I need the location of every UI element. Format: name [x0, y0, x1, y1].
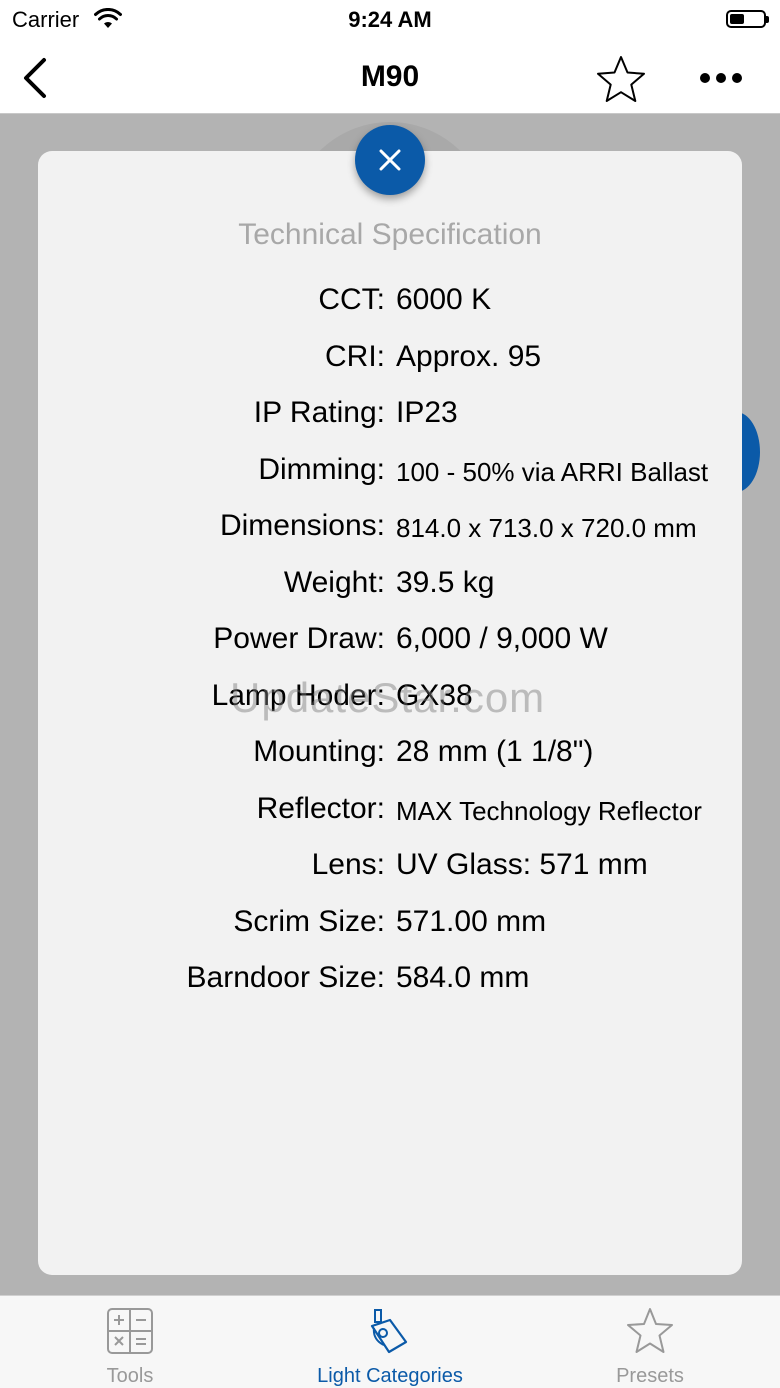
tab-bar: Tools Light Categories Presets	[0, 1295, 780, 1388]
spec-row-barndoor-size: Barndoor Size: 584.0 mm	[0, 961, 780, 1018]
spec-label: Scrim Size:	[233, 904, 385, 938]
battery-icon	[726, 10, 769, 28]
spec-value: IP23	[396, 396, 458, 429]
tab-tools[interactable]: Tools	[0, 1296, 260, 1388]
spec-label: Reflector:	[256, 791, 385, 825]
spec-value: UV Glass: 571 mm	[396, 848, 648, 881]
spec-value: 584.0 mm	[396, 961, 530, 994]
spec-label: Barndoor Size:	[186, 961, 385, 994]
status-bar: Carrier 9:24 AM	[0, 0, 780, 40]
page-title: M90	[360, 60, 420, 93]
spec-row-reflector: Reflector: MAX Technology Reflector	[0, 792, 780, 849]
star-icon[interactable]	[594, 54, 648, 106]
spec-row-dimensions: Dimensions: 814.0 x 713.0 x 720.0 mm	[0, 509, 780, 566]
spec-label: IP Rating:	[253, 396, 385, 429]
spec-row-ip-rating: IP Rating: IP23	[0, 396, 780, 453]
spec-label: Weight:	[283, 565, 385, 599]
spec-value: 28 mm (1 1/8")	[396, 735, 594, 768]
ellipsis-icon[interactable]	[696, 62, 746, 94]
spec-value: 6000 K	[396, 283, 492, 316]
spec-row-cct: CCT: 6000 K	[0, 283, 780, 340]
tab-light-categories[interactable]: Light Categories	[260, 1296, 520, 1388]
spec-label: Mounting:	[253, 735, 385, 768]
spec-value: 100 - 50% via ARRI Ballast	[396, 456, 709, 487]
spec-value: Approx. 95	[396, 339, 542, 373]
status-time: 9:24 AM	[348, 7, 432, 32]
spec-label: Lens:	[311, 848, 385, 881]
spec-label: Dimming:	[258, 452, 385, 486]
spec-value: 571.00 mm	[396, 904, 547, 938]
watermark: UpdateStar.com	[230, 674, 546, 721]
spec-value: 814.0 x 713.0 x 720.0 mm	[396, 513, 697, 543]
tab-label: Presets	[616, 1365, 684, 1387]
spec-value: 6,000 / 9,000 W	[396, 622, 608, 655]
tab-presets[interactable]: Presets	[520, 1296, 780, 1388]
close-button[interactable]	[355, 125, 425, 195]
spec-label: CCT:	[318, 283, 385, 316]
spec-label: Power Draw:	[213, 622, 385, 655]
tab-label: Tools	[106, 1365, 154, 1387]
calculator-icon	[107, 1308, 153, 1354]
tab-label: Light Categories	[317, 1365, 463, 1387]
spec-row-lens: Lens: UV Glass: 571 mm	[0, 848, 780, 905]
spec-label: CRI:	[325, 339, 385, 373]
nav-bar: M90	[0, 40, 780, 114]
spec-row-dimming: Dimming: 100 - 50% via ARRI Ballast	[0, 453, 780, 510]
star-outline-icon	[627, 1308, 673, 1353]
spec-label: Dimensions:	[219, 509, 385, 542]
spec-row-power-draw: Power Draw: 6,000 / 9,000 W	[0, 622, 780, 679]
spec-row-mounting: Mounting: 28 mm (1 1/8")	[0, 735, 780, 792]
close-icon	[379, 149, 401, 171]
spec-list: CCT: 6000 K CRI: Approx. 95 IP Rating: I…	[0, 283, 780, 1018]
lamp-icon	[370, 1309, 408, 1354]
spec-value: MAX Technology Reflector	[396, 795, 702, 826]
battery-fill	[730, 14, 744, 24]
spec-row-scrim-size: Scrim Size: 571.00 mm	[0, 905, 780, 962]
modal-title: Technical Specification	[238, 218, 542, 251]
spec-row-cri: CRI: Approx. 95	[0, 340, 780, 397]
spec-value: 39.5 kg	[396, 565, 495, 599]
spec-row-weight: Weight: 39.5 kg	[0, 566, 780, 623]
